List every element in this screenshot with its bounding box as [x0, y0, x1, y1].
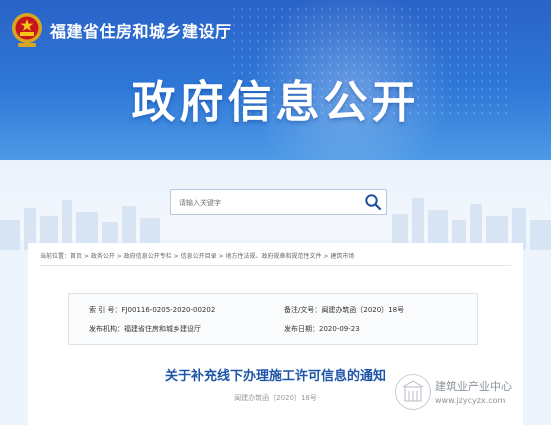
- breadcrumb-separator: >: [114, 253, 124, 260]
- meta-date-label: 发布日期：: [284, 325, 319, 333]
- breadcrumb-separator: >: [171, 253, 181, 260]
- breadcrumb-item-market[interactable]: 建筑市场: [330, 253, 354, 260]
- meta-issuer-value: 福建省住房和城乡建设厅: [124, 325, 201, 333]
- breadcrumb: 当前位置：首页 > 政务公开 > 政府信息公开专栏 > 信息公开目录 > 地方性…: [40, 251, 354, 260]
- page-hero-title: 政府信息公开: [131, 77, 420, 128]
- meta-ref: 备注/文号：闽建办筑函〔2020〕18号: [284, 305, 404, 315]
- watermark-cn: 建筑业产业中心: [435, 380, 512, 393]
- breadcrumb-item-catalog[interactable]: 信息公开目录: [181, 253, 217, 260]
- breadcrumb-item-regulations[interactable]: 地方性法规、政府规章和规范性文件: [225, 253, 321, 260]
- breadcrumb-separator: >: [82, 253, 91, 260]
- search-box: [170, 189, 387, 216]
- meta-index-label: 索 引 号：: [89, 306, 122, 314]
- watermark-logo-icon: [395, 374, 431, 410]
- watermark-en: www.jzycyzx.com: [435, 396, 506, 405]
- site-name[interactable]: 福建省住房和城乡建设厅: [50, 18, 232, 42]
- breadcrumb-separator: >: [321, 253, 331, 260]
- breadcrumb-item-affairs[interactable]: 政务公开: [91, 253, 115, 260]
- breadcrumb-prefix: 当前位置：: [40, 253, 71, 260]
- meta-date-value: 2020-09-23: [319, 325, 360, 333]
- divider: [40, 265, 511, 266]
- meta-index: 索 引 号：FJ00116-0205-2020-00202: [89, 305, 215, 315]
- header-banner: 福建省住房和城乡建设厅 政府信息公开: [0, 0, 551, 160]
- meta-index-value: FJ00116-0205-2020-00202: [121, 306, 216, 314]
- meta-ref-label: 备注/文号：: [284, 306, 322, 314]
- search-icon[interactable]: [364, 193, 382, 211]
- meta-issuer: 发布机构：福建省住房和城乡建设厅: [89, 324, 201, 334]
- breadcrumb-item-home[interactable]: 首页: [70, 253, 82, 260]
- meta-date: 发布日期：2020-09-23: [284, 324, 360, 334]
- meta-ref-value: 闽建办筑函〔2020〕18号: [321, 306, 405, 314]
- search-input[interactable]: [177, 190, 361, 216]
- meta-issuer-label: 发布机构：: [89, 325, 124, 333]
- watermark: 建筑业产业中心 www.jzycyzx.com: [395, 372, 545, 412]
- document-meta-box: 索 引 号：FJ00116-0205-2020-00202 备注/文号：闽建办筑…: [68, 293, 478, 345]
- breadcrumb-item-column[interactable]: 政府信息公开专栏: [124, 253, 172, 260]
- national-emblem-icon: [12, 13, 42, 47]
